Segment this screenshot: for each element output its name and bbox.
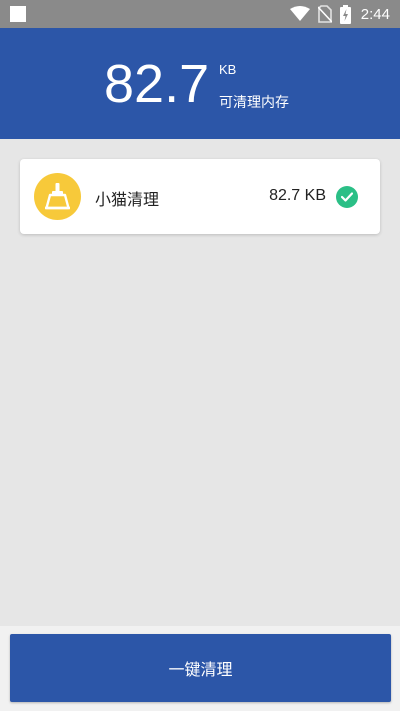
- status-time: 2:44: [360, 5, 390, 23]
- app-size: 82.7 KB: [269, 187, 326, 204]
- check-icon[interactable]: [336, 186, 358, 208]
- status-bar: 2:44: [0, 0, 400, 28]
- status-icons: 2:44: [289, 0, 390, 28]
- app-name: 小猫清理: [95, 190, 160, 209]
- header: 82.7 KB 可清理内存: [0, 28, 400, 139]
- cleanable-size-value: 82.7: [104, 54, 210, 114]
- cleanable-size-unit: KB: [219, 62, 237, 77]
- no-sim-icon: [317, 5, 332, 23]
- notification-square-icon: [10, 6, 26, 22]
- one-click-clean-button[interactable]: 一键清理: [10, 634, 391, 702]
- wifi-icon: [289, 6, 310, 21]
- cleanable-memory-label: 可清理内存: [219, 95, 289, 111]
- broom-icon: [34, 173, 81, 220]
- list-item[interactable]: 小猫清理 82.7 KB: [20, 159, 380, 234]
- battery-charging-icon: [339, 4, 351, 24]
